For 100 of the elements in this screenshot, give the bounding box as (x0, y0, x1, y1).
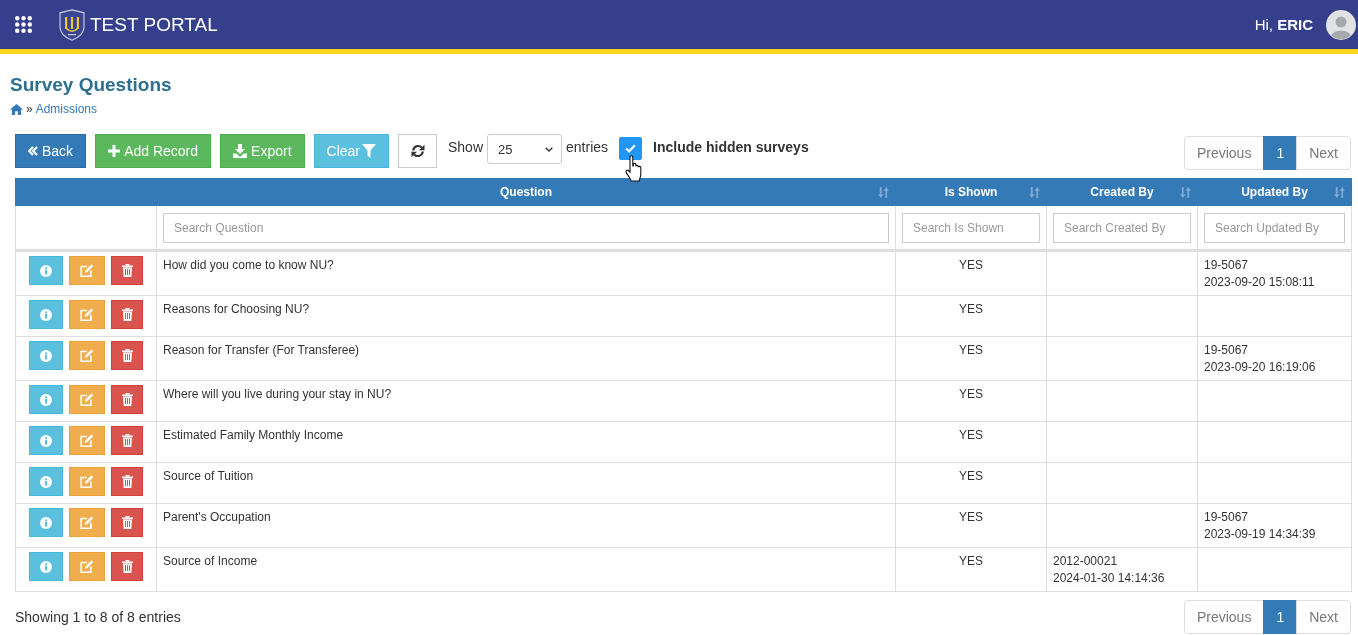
double-chevron-left-icon (28, 146, 38, 156)
edit-icon (80, 475, 94, 488)
delete-button[interactable] (111, 385, 143, 414)
delete-button[interactable] (111, 341, 143, 370)
search-field[interactable]: Search Question (163, 213, 889, 243)
edit-icon (80, 560, 94, 573)
info-button[interactable] (29, 467, 63, 496)
edit-button[interactable] (69, 341, 105, 370)
column-header[interactable]: Updated By (1197, 178, 1352, 206)
chevron-down-icon (545, 146, 554, 152)
show-label: Show (448, 138, 484, 157)
home-icon[interactable] (10, 103, 23, 115)
shield-logo-icon (59, 8, 85, 41)
is-shown-value: YES (959, 428, 983, 442)
hand-cursor-icon (625, 155, 644, 182)
info-button[interactable] (29, 300, 63, 329)
info-icon (40, 560, 52, 573)
is-shown-value: YES (959, 302, 983, 316)
timestamp: 2023-09-20 16:19:06 (1204, 359, 1317, 376)
breadcrumb-separator: » (26, 101, 33, 117)
column-header[interactable]: Is Shown (895, 178, 1047, 206)
page-title: Survey Questions (10, 74, 173, 96)
info-button[interactable] (29, 552, 63, 581)
trash-icon (121, 434, 133, 447)
pagination-button[interactable]: 1 (1263, 600, 1298, 634)
export-button[interactable]: Export (220, 134, 305, 168)
edit-button[interactable] (69, 508, 105, 537)
info-button[interactable] (29, 508, 63, 537)
delete-button[interactable] (111, 426, 143, 455)
edit-button[interactable] (69, 385, 105, 414)
trash-icon (121, 475, 133, 488)
is-shown-value: YES (959, 554, 983, 568)
trash-icon (121, 308, 133, 321)
delete-button[interactable] (111, 508, 143, 537)
timestamp: 2024-01-30 14:14:36 (1053, 570, 1166, 587)
question-text: Source of Tuition (163, 469, 254, 483)
sort-icon (1334, 186, 1345, 198)
edit-button[interactable] (69, 300, 105, 329)
edit-icon (80, 308, 94, 321)
back-button[interactable]: Back (15, 134, 87, 168)
checkbox[interactable] (619, 137, 643, 160)
search-field[interactable]: Search Updated By (1204, 213, 1345, 243)
trash-icon (121, 393, 133, 406)
is-shown-value: YES (959, 343, 983, 357)
plus-icon (108, 145, 121, 157)
column-header[interactable]: Question (156, 178, 896, 206)
pagination-button[interactable]: 1 (1263, 136, 1298, 170)
entries-info: Showing 1 to 8 of 8 entries (15, 609, 181, 625)
greeting-text: Hi, ERIC (1254, 16, 1313, 33)
portal-title: TEST PORTAL (90, 13, 218, 36)
edit-icon (80, 349, 94, 362)
include-hidden-label[interactable]: Include hidden surveys (653, 134, 809, 160)
info-icon (40, 393, 52, 406)
add-button[interactable]: Add Record (95, 134, 212, 168)
info-icon (40, 475, 52, 488)
delete-button[interactable] (111, 552, 143, 581)
sort-icon (878, 186, 889, 198)
refresh-icon (410, 144, 425, 158)
is-shown-value: YES (959, 510, 983, 524)
entries-select[interactable]: 25 (487, 134, 563, 164)
info-button[interactable] (29, 426, 63, 455)
edit-button[interactable] (69, 426, 105, 455)
grid-menu-icon[interactable] (15, 16, 32, 33)
filter-icon (362, 144, 376, 158)
question-text: Estimated Family Monthly Income (163, 428, 344, 442)
edit-button[interactable] (69, 467, 105, 496)
info-button[interactable] (29, 341, 63, 370)
search-field[interactable]: Search Created By (1053, 213, 1191, 243)
edit-icon (80, 393, 94, 406)
user-id: 19-5067 (1204, 257, 1250, 274)
info-button[interactable] (29, 385, 63, 414)
check-icon (625, 144, 637, 153)
avatar-icon[interactable] (1326, 9, 1356, 40)
info-icon (40, 516, 52, 529)
column-header[interactable]: Created By (1046, 178, 1198, 206)
is-shown-value: YES (959, 469, 983, 483)
edit-button[interactable] (69, 256, 105, 285)
timestamp: 2023-09-20 15:08:11 (1204, 274, 1316, 291)
search-field[interactable]: Search Is Shown (902, 213, 1040, 243)
delete-button[interactable] (111, 300, 143, 329)
edit-icon (80, 516, 94, 529)
is-shown-value: YES (959, 387, 983, 401)
question-text: Source of Income (163, 554, 258, 568)
edit-button[interactable] (69, 552, 105, 581)
question-text: How did you come to know NU? (163, 258, 334, 272)
trash-icon (121, 264, 133, 277)
info-button[interactable] (29, 256, 63, 285)
breadcrumb-link[interactable]: Admissions (35, 101, 98, 117)
trash-icon (121, 349, 133, 362)
question-text: Where will you live during your stay in NU? (163, 387, 392, 401)
delete-button[interactable] (111, 256, 143, 285)
delete-button[interactable] (111, 467, 143, 496)
user-id: 19-5067 (1204, 342, 1250, 359)
refresh-button[interactable] (398, 134, 437, 168)
entries-label: entries (566, 138, 609, 157)
info-icon (40, 349, 52, 362)
question-text: Reasons for Choosing NU? (163, 302, 310, 316)
question-text: Reason for Transfer (For Transferee) (163, 343, 360, 357)
sort-icon (1029, 186, 1040, 198)
info-icon (40, 264, 52, 277)
